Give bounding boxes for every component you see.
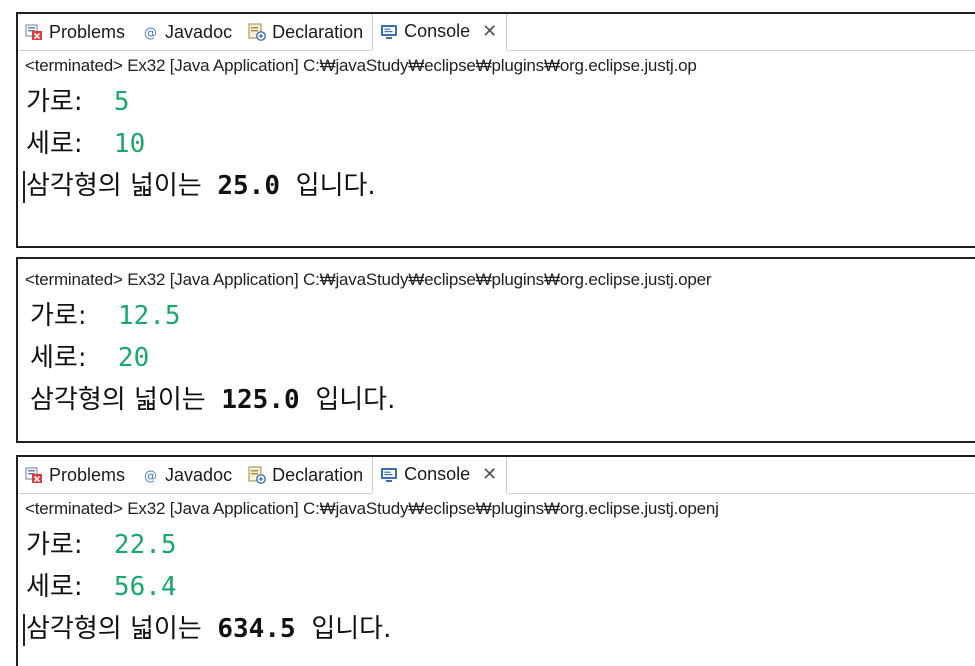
tab-declaration[interactable]: Declaration: [241, 457, 372, 493]
height-input: 56.4: [113, 572, 177, 602]
result-suffix: 입니다.: [295, 171, 376, 201]
result-value: 25.0: [217, 171, 280, 201]
tab-problems[interactable]: Problems: [18, 14, 134, 50]
tab-console[interactable]: Console ✕: [372, 14, 508, 51]
console-view-1: Problems @ Javadoc Declaration Console ✕…: [16, 12, 975, 248]
console-status: <terminated> Ex32 [Java Application] C:₩…: [25, 56, 697, 75]
tab-label: Declaration: [272, 21, 364, 42]
declaration-icon: [248, 23, 266, 41]
width-prompt: 가로:: [26, 530, 83, 560]
width-prompt: 가로:: [26, 87, 83, 117]
console-output[interactable]: 가로: 5 세로: 10 삼각형의 넓이는 25.0 입니다.: [18, 81, 975, 207]
height-prompt: 세로:: [30, 343, 87, 373]
tab-label: Console: [404, 21, 471, 41]
view-tab-bar: Problems @ Javadoc Declaration Console ✕: [18, 457, 975, 494]
console-icon: [380, 466, 398, 484]
console-status: <terminated> Ex32 [Java Application] C:₩…: [25, 499, 719, 518]
result-prefix: 삼각형의 넓이는: [30, 385, 206, 415]
console-view-2: <terminated> Ex32 [Java Application] C:₩…: [16, 257, 975, 443]
console-line: 삼각형의 넓이는 634.5 입니다.: [23, 608, 975, 650]
close-icon[interactable]: ✕: [482, 464, 497, 485]
console-output[interactable]: 가로: 22.5 세로: 56.4 삼각형의 넓이는 634.5 입니다.: [18, 524, 975, 650]
tab-console[interactable]: Console ✕: [372, 457, 508, 494]
width-input: 12.5: [117, 301, 181, 331]
height-prompt: 세로:: [26, 129, 83, 159]
console-line: 가로: 22.5: [26, 524, 975, 566]
declaration-icon: [248, 466, 266, 484]
tab-label: Problems: [49, 21, 126, 42]
width-prompt: 가로:: [30, 301, 87, 331]
javadoc-at-icon: @: [141, 466, 159, 484]
console-line: 세로: 56.4: [26, 566, 975, 608]
tab-javadoc[interactable]: @ Javadoc: [134, 457, 241, 493]
tab-problems[interactable]: Problems: [18, 457, 134, 493]
tab-label: Javadoc: [165, 464, 233, 485]
text-caret: [23, 614, 25, 646]
tab-label: Declaration: [272, 464, 364, 485]
tab-label: Console: [404, 464, 471, 484]
console-line: 세로: 20: [30, 337, 975, 379]
svg-text:@: @: [144, 469, 157, 484]
view-tab-bar: Problems @ Javadoc Declaration Console ✕: [18, 14, 975, 51]
console-status: <terminated> Ex32 [Java Application] C:₩…: [25, 270, 712, 289]
console-line: 가로: 5: [26, 81, 975, 123]
result-prefix: 삼각형의 넓이는: [26, 614, 202, 644]
result-suffix: 입니다.: [315, 385, 396, 415]
height-input: 10: [113, 129, 146, 159]
console-line: 세로: 10: [26, 123, 975, 165]
width-input: 22.5: [113, 530, 177, 560]
console-icon: [380, 23, 398, 41]
console-line: 삼각형의 넓이는 25.0 입니다.: [23, 165, 975, 207]
height-prompt: 세로:: [26, 572, 83, 602]
width-input: 5: [113, 87, 130, 117]
console-line: 삼각형의 넓이는 125.0 입니다.: [30, 379, 975, 421]
close-icon[interactable]: ✕: [482, 21, 497, 42]
text-caret: [23, 171, 25, 203]
result-prefix: 삼각형의 넓이는: [26, 171, 202, 201]
javadoc-at-icon: @: [141, 23, 159, 41]
tab-label: Javadoc: [165, 21, 233, 42]
result-suffix: 입니다.: [311, 614, 392, 644]
tab-javadoc[interactable]: @ Javadoc: [134, 14, 241, 50]
svg-text:@: @: [144, 26, 157, 41]
console-output[interactable]: 가로: 12.5 세로: 20 삼각형의 넓이는 125.0 입니다.: [18, 295, 975, 421]
console-view-3: Problems @ Javadoc Declaration Console ✕…: [16, 455, 975, 666]
result-value: 634.5: [217, 614, 296, 644]
height-input: 20: [117, 343, 150, 373]
tab-label: Problems: [49, 464, 126, 485]
problems-icon: [25, 466, 43, 484]
console-line: 가로: 12.5: [30, 295, 975, 337]
tab-declaration[interactable]: Declaration: [241, 14, 372, 50]
problems-icon: [25, 23, 43, 41]
result-value: 125.0: [221, 385, 300, 415]
